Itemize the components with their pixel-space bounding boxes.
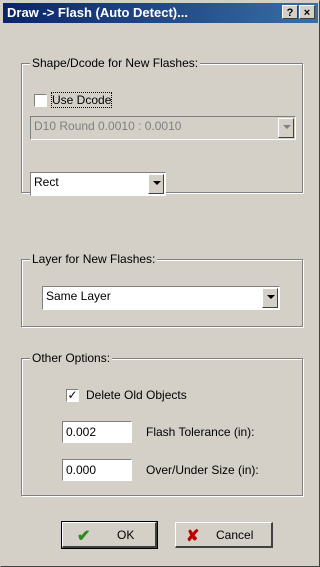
flash-tolerance-value: 0.002 — [66, 425, 97, 439]
use-dcode-checkbox[interactable] — [34, 94, 47, 107]
shape-dcode-group: Shape/Dcode for New Flashes: Use Dcode D… — [21, 56, 303, 196]
shape-value: Rect — [34, 175, 59, 189]
delete-old-checkmark: ✓ — [67, 388, 78, 402]
over-under-size-label: Over/Under Size (in): — [146, 463, 259, 477]
dcode-value: D10 Round 0.0010 : 0.0010 — [34, 119, 182, 133]
chevron-down-icon[interactable] — [262, 288, 278, 308]
layer-value: Same Layer — [46, 289, 111, 303]
ok-button-label: OK — [117, 528, 135, 542]
layer-legend: Layer for New Flashes: — [30, 252, 158, 266]
use-dcode-label[interactable]: Use Dcode — [50, 92, 113, 108]
delete-old-label[interactable]: Delete Old Objects — [86, 388, 187, 402]
ok-button[interactable]: ✔ OK — [61, 521, 158, 549]
cross-icon: ✘ — [186, 528, 200, 545]
delete-old-checkbox[interactable]: ✓ — [66, 389, 79, 402]
close-button[interactable]: × — [299, 5, 315, 19]
other-options-legend: Other Options: — [30, 351, 113, 365]
shape-select[interactable]: Rect — [30, 172, 166, 196]
over-under-size-value: 0.000 — [66, 463, 97, 477]
other-options-group: Other Options: ✓ Delete Old Objects 0.00… — [21, 351, 303, 496]
dcode-select: D10 Round 0.0010 : 0.0010 — [30, 116, 296, 140]
cancel-button[interactable]: ✘ Cancel — [175, 522, 273, 548]
checkmark-icon: ✔ — [77, 528, 91, 545]
title-bar[interactable]: Draw -> Flash (Auto Detect)... ? × — [3, 3, 318, 23]
help-button[interactable]: ? — [282, 5, 298, 19]
layer-group: Layer for New Flashes: Same Layer — [21, 252, 303, 327]
flash-tolerance-input[interactable]: 0.002 — [62, 421, 132, 443]
over-under-size-input[interactable]: 0.000 — [62, 459, 132, 481]
shape-dcode-legend: Shape/Dcode for New Flashes: — [30, 56, 201, 70]
dialog-window: Draw -> Flash (Auto Detect)... ? × Shape… — [0, 0, 320, 567]
chevron-down-icon[interactable] — [148, 174, 164, 194]
chevron-down-icon — [278, 118, 294, 138]
cancel-button-label: Cancel — [216, 528, 254, 542]
layer-select[interactable]: Same Layer — [42, 286, 280, 310]
window-title: Draw -> Flash (Auto Detect)... — [7, 5, 188, 20]
flash-tolerance-label: Flash Tolerance (in): — [146, 425, 255, 439]
